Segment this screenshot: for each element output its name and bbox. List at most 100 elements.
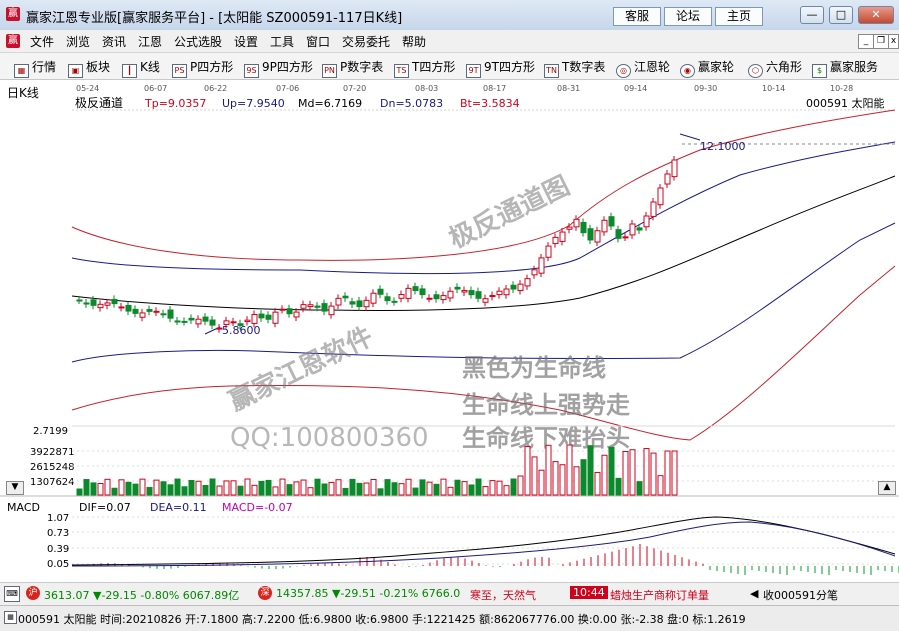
volume-bar bbox=[188, 480, 195, 496]
menu-trade[interactable]: 交易委托 bbox=[342, 33, 390, 50]
candle-body bbox=[188, 317, 195, 321]
homepage-button[interactable]: 主页 bbox=[715, 7, 763, 26]
menu-window[interactable]: 窗口 bbox=[306, 33, 330, 50]
shanghai-index[interactable]: 3613.07 ▼-29.15 -0.80% 6067.89亿 bbox=[44, 587, 239, 603]
news-headline[interactable]: 蜡烛生产商称订单量 bbox=[610, 587, 709, 603]
volume-bar bbox=[384, 479, 391, 496]
candle-body bbox=[139, 312, 146, 318]
minimize-icon[interactable]: — bbox=[800, 6, 824, 24]
menu-tools[interactable]: 工具 bbox=[270, 33, 294, 50]
keyboard-icon[interactable]: ⌨ bbox=[4, 586, 20, 602]
speaker-icon[interactable]: ◀ bbox=[750, 587, 758, 600]
kline-chart[interactable]: 日K线 05-24 06-07 06-22 07-06 07-20 08-03 … bbox=[0, 80, 899, 580]
candle-body bbox=[181, 320, 188, 323]
menu-news[interactable]: 资讯 bbox=[102, 33, 126, 50]
menu-browse[interactable]: 浏览 bbox=[66, 33, 90, 50]
candle-body bbox=[97, 303, 104, 309]
volume-bar bbox=[307, 487, 314, 496]
candle-body bbox=[279, 308, 286, 311]
forum-button[interactable]: 论坛 bbox=[664, 7, 712, 26]
candle-body bbox=[566, 226, 573, 230]
volume-axis-label: 1307624 bbox=[30, 477, 75, 488]
candle-body bbox=[468, 290, 475, 296]
volume-bar bbox=[594, 471, 601, 496]
date-label: 05-24 bbox=[76, 84, 99, 93]
candle-body bbox=[251, 314, 258, 324]
toolbar-t-number[interactable]: TN T数字表 bbox=[544, 58, 605, 78]
candle-body bbox=[174, 320, 181, 323]
candle-body bbox=[118, 306, 125, 309]
title-bar: 赢 赢家江恩专业版[赢家服务平台] - [太阳能 SZ000591-117日K线… bbox=[0, 0, 899, 31]
volume-bar bbox=[391, 482, 398, 496]
volume-bar bbox=[580, 459, 587, 496]
toolbar-p-square[interactable]: PS P四方形 bbox=[172, 58, 233, 78]
toolbar-p-number[interactable]: PN P数字表 bbox=[322, 58, 383, 78]
volume-bar bbox=[664, 450, 671, 496]
toolbar-kline[interactable]: ┃ K线 bbox=[122, 58, 160, 78]
p-number-icon: PN bbox=[322, 64, 337, 78]
candle-body bbox=[335, 297, 342, 306]
toolbar-service[interactable]: $ 赢家服务 bbox=[812, 58, 878, 78]
dollar-icon: $ bbox=[812, 64, 827, 78]
candle-body bbox=[321, 303, 328, 312]
toolbar-quotes[interactable]: ▦ 行情 bbox=[14, 58, 56, 78]
candle-body bbox=[496, 290, 503, 296]
volume-bar bbox=[545, 444, 552, 496]
candle-body bbox=[76, 299, 83, 302]
toolbar-hexagon[interactable]: ⬡ 六角形 bbox=[748, 58, 802, 78]
customer-service-button[interactable]: 客服 bbox=[613, 7, 661, 26]
mdi-minimize-icon[interactable]: _ bbox=[858, 34, 874, 49]
candle-body bbox=[580, 221, 587, 234]
volume-axis-label: 2615248 bbox=[30, 462, 75, 473]
toolbar-9p-square[interactable]: 9S 9P四方形 bbox=[244, 58, 313, 78]
scroll-down-button[interactable]: ▼ bbox=[6, 481, 24, 495]
high-marker bbox=[679, 133, 701, 141]
life-line bbox=[71, 175, 896, 311]
candle-body bbox=[363, 299, 370, 308]
candle-body bbox=[167, 309, 174, 319]
menu-settings[interactable]: 设置 bbox=[234, 33, 258, 50]
menu-help[interactable]: 帮助 bbox=[402, 33, 426, 50]
candle-body bbox=[643, 215, 650, 228]
news-time: 10:44 bbox=[570, 586, 608, 599]
volume-bar bbox=[83, 479, 90, 496]
close-icon[interactable]: ✕ bbox=[858, 6, 894, 24]
candle-body bbox=[377, 288, 384, 295]
menu-file[interactable]: 文件 bbox=[30, 33, 54, 50]
mdi-restore-icon[interactable]: ❐ bbox=[873, 34, 889, 49]
volume-bar bbox=[398, 483, 405, 496]
candle-body bbox=[482, 298, 489, 303]
menu-gann[interactable]: 江恩 bbox=[138, 33, 162, 50]
menu-formula-select[interactable]: 公式选股 bbox=[174, 33, 222, 50]
tick-message[interactable]: 收000591分笔 bbox=[763, 587, 838, 603]
volume-bar bbox=[433, 483, 440, 496]
status-grid-icon[interactable]: ▦ bbox=[4, 611, 17, 624]
shenzhen-index[interactable]: 14357.85 ▼-29.51 -0.21% 6766.0 bbox=[276, 587, 460, 600]
volume-bar bbox=[328, 481, 335, 496]
candle-body bbox=[90, 299, 97, 306]
candle-body bbox=[503, 288, 510, 296]
candle-body bbox=[545, 245, 552, 258]
candle-body bbox=[391, 300, 398, 303]
candle-body bbox=[244, 319, 251, 323]
candle-body bbox=[622, 236, 629, 239]
toolbar-t-square[interactable]: TS T四方形 bbox=[394, 58, 455, 78]
gann-wheel-icon: ◎ bbox=[616, 64, 631, 78]
date-label: 10-14 bbox=[762, 84, 785, 93]
scroll-up-button[interactable]: ▲ bbox=[878, 481, 896, 495]
candle-body bbox=[195, 318, 202, 325]
toolbar-gann-wheel[interactable]: ◎ 江恩轮 bbox=[616, 58, 670, 78]
volume-bar bbox=[195, 480, 202, 496]
candle-body bbox=[202, 316, 209, 322]
candle-body bbox=[510, 284, 517, 290]
volume-bar bbox=[643, 448, 650, 496]
mdi-close-icon[interactable]: x bbox=[888, 34, 899, 49]
maximize-icon[interactable]: □ bbox=[829, 6, 853, 24]
news-ticker-text[interactable]: 寒至，天然气 bbox=[470, 587, 536, 603]
macd-dea-line bbox=[71, 521, 896, 567]
toolbar-winner-wheel[interactable]: ◉ 赢家轮 bbox=[680, 58, 734, 78]
toolbar-9t-square[interactable]: 9T 9T四方形 bbox=[466, 58, 535, 78]
candle-body bbox=[587, 228, 594, 241]
toolbar-sectors[interactable]: ▣ 板块 bbox=[68, 58, 110, 78]
volume-bar bbox=[377, 488, 384, 496]
